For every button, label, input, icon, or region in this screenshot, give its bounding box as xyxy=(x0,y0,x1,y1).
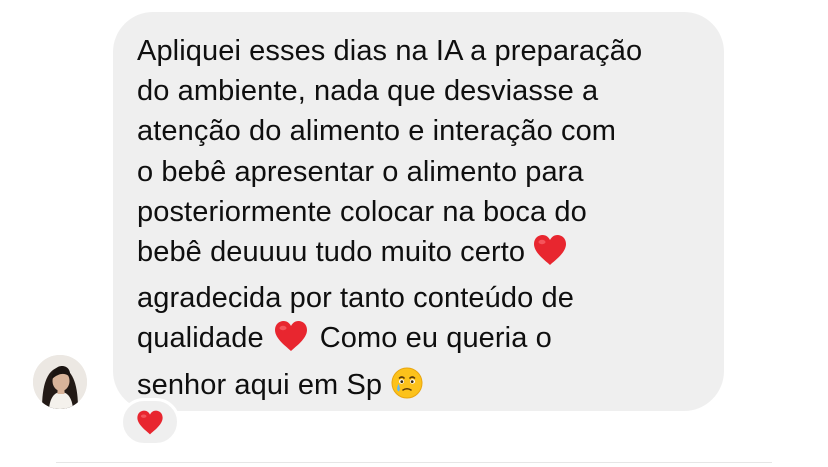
red-heart-icon xyxy=(272,319,310,364)
face-holding-back-tears-icon xyxy=(390,366,424,411)
message-line-with-emoji: qualidade Como eu queria o xyxy=(137,318,700,364)
message-line: o bebê apresentar o alimento para xyxy=(137,155,584,188)
divider xyxy=(56,462,772,463)
reaction-badge[interactable] xyxy=(120,398,180,446)
message-line: posteriormente colocar na boca do xyxy=(137,195,587,228)
message-bubble[interactable]: Apliquei esses dias na IA a preparação d… xyxy=(113,12,724,411)
message-line: Apliquei esses dias na IA a preparação xyxy=(137,35,643,67)
chat-thread: Apliquei esses dias na IA a preparação d… xyxy=(0,0,828,467)
message-text: senhor aqui em Sp xyxy=(137,368,383,401)
red-heart-icon xyxy=(531,233,569,278)
message-line: atenção do alimento e interação com xyxy=(137,115,617,148)
red-heart-icon xyxy=(137,410,163,434)
message-text: bebê deuuuu tudo muito certo xyxy=(137,236,526,269)
message-line-with-emoji: senhor aqui em Sp xyxy=(137,365,700,411)
message-line-with-emoji: bebê deuuuu tudo muito certo xyxy=(137,232,700,278)
message-text: qualidade xyxy=(137,322,264,355)
sender-avatar[interactable] xyxy=(33,355,87,409)
message-line: do ambiente, nada que desviasse a xyxy=(137,75,599,108)
profile-photo-icon xyxy=(33,355,87,409)
message-line: agradecida por tanto conteúdo de xyxy=(137,282,574,315)
message-text: Como eu queria o xyxy=(319,322,552,355)
